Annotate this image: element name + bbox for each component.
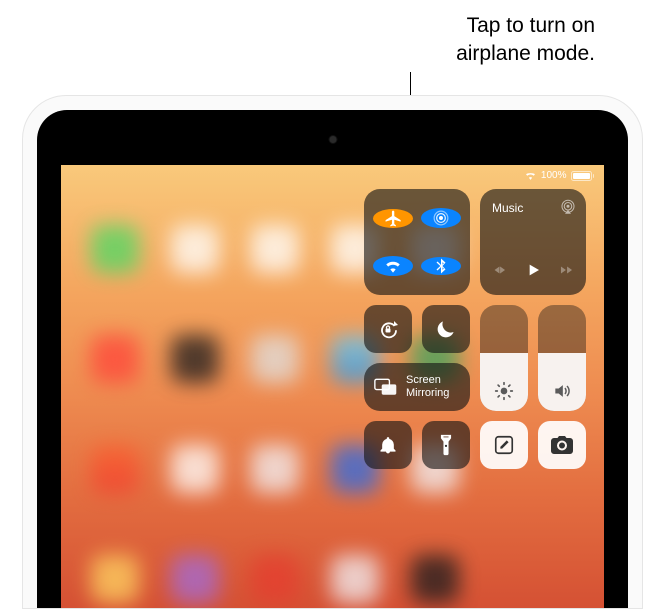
fast-forward-icon[interactable] [558,263,575,277]
callout-line-1: Tap to turn on [467,14,595,37]
note-pencil-icon [493,434,515,456]
status-bar: 100% [524,169,594,182]
callout-text: Tap to turn on airplane mode. [456,12,595,69]
flashlight-toggle[interactable] [422,421,470,469]
camera-icon [550,435,574,455]
connectivity-group [364,189,470,295]
control-center: Music [364,189,594,469]
callout-line-2: airplane mode. [456,42,595,65]
moon-icon [435,318,457,340]
brightness-slider[interactable] [480,305,528,411]
airplay-audio-icon [559,198,577,216]
airdrop-toggle[interactable] [421,208,461,228]
bluetooth-toggle[interactable] [421,257,461,275]
orientation-lock-icon [376,317,400,341]
battery-percentage: 100% [541,170,567,181]
ipad-screen: 100% [61,165,604,609]
volume-slider[interactable] [538,305,586,411]
music-widget[interactable]: Music [480,189,586,295]
brightness-icon [494,381,514,401]
do-not-disturb-toggle[interactable] [422,305,470,353]
ipad-frame: 100% [22,95,643,609]
music-label: Music [492,201,523,215]
screen-mirroring-label: Screen Mirroring [406,374,449,399]
bluetooth-icon [432,257,450,275]
transport-controls [480,261,586,279]
bell-icon [378,435,398,455]
wifi-status-icon [524,169,537,182]
front-camera [328,135,337,144]
airdrop-icon [431,208,451,228]
rewind-icon[interactable] [491,263,508,277]
flashlight-icon [439,434,453,456]
wifi-icon [383,256,403,276]
wifi-toggle[interactable] [373,256,413,276]
screen-mirroring-icon [374,378,398,396]
silent-mode-toggle[interactable] [364,421,412,469]
volume-icon [552,381,572,401]
airplane-icon [384,209,403,228]
orientation-lock-toggle[interactable] [364,305,412,353]
battery-icon-tip [593,174,595,178]
ipad-bezel: 100% [37,110,628,609]
camera-button[interactable] [538,421,586,469]
quick-note-button[interactable] [480,421,528,469]
play-icon[interactable] [525,261,541,279]
airplane-mode-toggle[interactable] [373,209,413,228]
battery-icon-body [571,171,592,181]
screen-mirroring-button[interactable]: Screen Mirroring [364,363,470,411]
